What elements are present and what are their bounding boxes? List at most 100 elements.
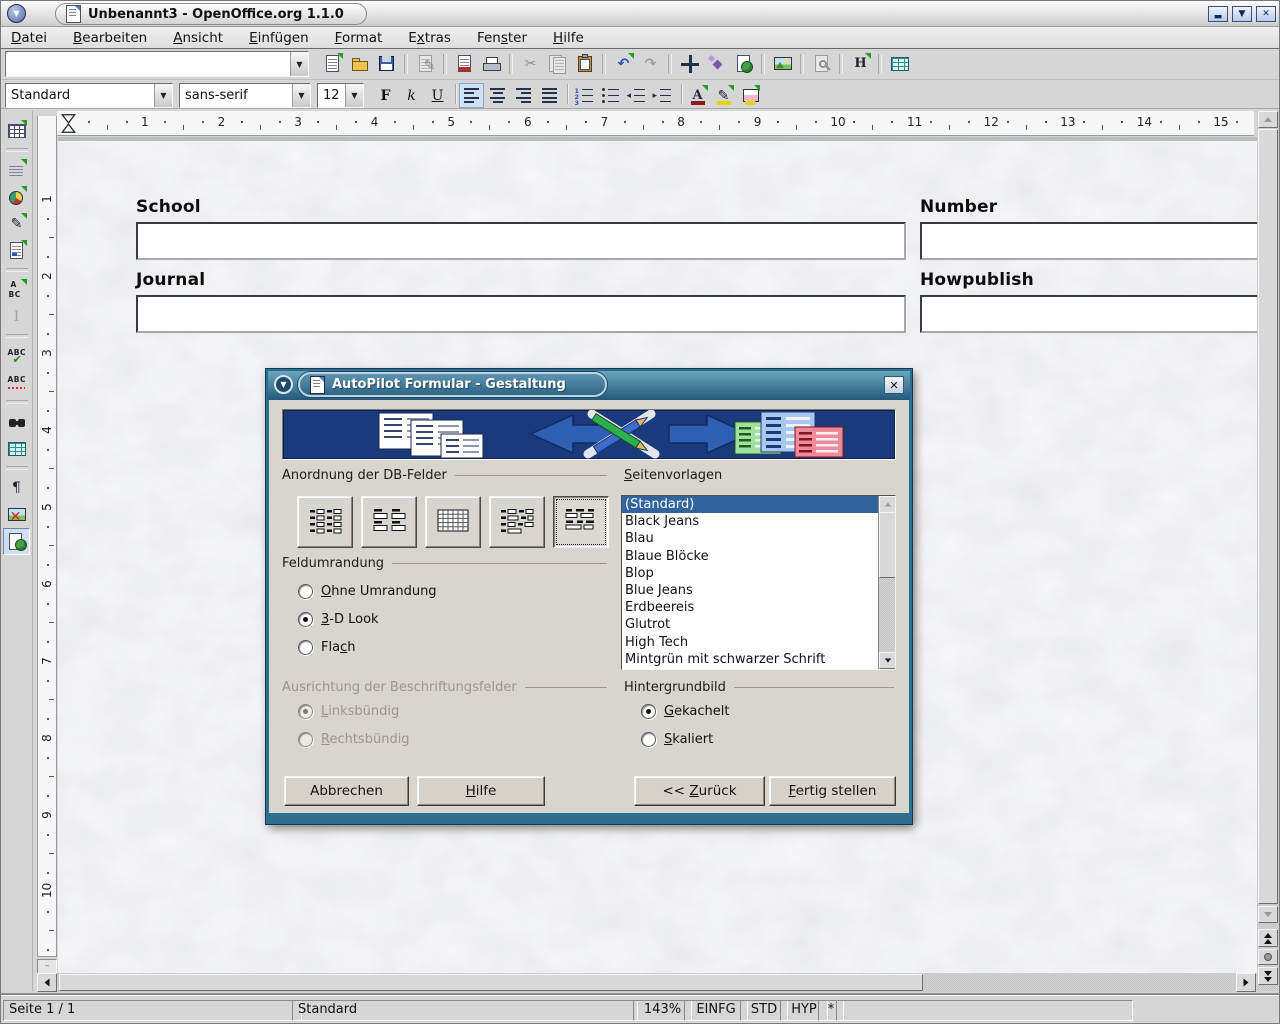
page-style-option[interactable]: Erdbeereis	[622, 599, 879, 616]
horizontal-scroll-thumb[interactable]	[59, 974, 923, 991]
font-dropdown-button[interactable]: ▼	[292, 84, 310, 107]
graphics-on-off-icon[interactable]: ✕	[3, 501, 30, 528]
arrangement-columns-labels-top-button[interactable]	[361, 496, 417, 548]
page-style-option[interactable]: Blau	[622, 530, 879, 547]
paragraph-background-button[interactable]	[737, 83, 762, 108]
radio-tiled[interactable]: Gekachelt	[641, 704, 729, 719]
status-insert-mode[interactable]: EINFG	[684, 1000, 748, 1021]
scroll-right-button[interactable]	[1236, 973, 1256, 992]
radio-flat[interactable]: Flach	[298, 640, 355, 655]
justify-button[interactable]	[537, 83, 562, 108]
radio-3d-look[interactable]: 3-D Look	[298, 612, 379, 627]
align-left-button[interactable]	[459, 83, 484, 108]
indent-marker-icon[interactable]	[61, 113, 76, 134]
help-button[interactable]: Hilfe	[417, 776, 545, 806]
show-draw-functions-icon[interactable]: ✎	[3, 210, 30, 237]
new-document-icon[interactable]	[319, 51, 346, 78]
spellcheck-icon[interactable]: ABC✔	[3, 342, 30, 369]
maximize-button[interactable]: ▼	[1232, 6, 1252, 22]
dialog-menu-button[interactable]: ▼	[274, 375, 293, 394]
font-name-combobox[interactable]: sans-serif ▼	[179, 83, 311, 108]
page-style-option[interactable]: Black Jeans	[622, 513, 879, 530]
menu-einfgen[interactable]: Einfügen	[249, 30, 309, 46]
data-sources-icon[interactable]	[886, 51, 913, 78]
numbered-list-button[interactable]: 123	[571, 83, 596, 108]
insert-objects-icon[interactable]	[3, 183, 30, 210]
increase-indent-button[interactable]: ▸	[649, 83, 674, 108]
arrangement-as-data-sheet-button[interactable]	[425, 496, 481, 548]
vertical-scroll-thumb[interactable]	[1258, 129, 1278, 904]
autotext-icon[interactable]: ABC	[3, 276, 30, 303]
insert-fields-icon[interactable]	[3, 156, 30, 183]
listbox-scroll-thumb[interactable]	[879, 512, 896, 578]
underline-button[interactable]: U	[425, 83, 450, 108]
next-page-button[interactable]	[1258, 967, 1278, 985]
cancel-button[interactable]: Abbrechen	[284, 776, 409, 806]
font-color-button[interactable]: A	[685, 83, 710, 108]
back-button[interactable]: << Zurück	[634, 776, 765, 806]
page-style-option[interactable]: Glutrot	[622, 616, 879, 633]
arrangement-columns-labels-left-button[interactable]	[297, 496, 353, 548]
field-input-school[interactable]	[136, 222, 906, 260]
save-document-icon[interactable]	[373, 51, 400, 78]
scroll-left-button[interactable]	[37, 973, 57, 992]
page-style-option[interactable]: (Standard)	[622, 496, 879, 513]
page-style-option[interactable]: High Tech	[622, 634, 879, 651]
dialog-title-bar[interactable]: ▼ AutoPilot Formular - Gestaltung ✕	[268, 371, 910, 400]
paste-icon[interactable]	[571, 51, 598, 78]
highlighting-button[interactable]: ✎	[711, 83, 736, 108]
radio-scaled[interactable]: Skaliert	[641, 732, 713, 747]
bold-button[interactable]: F	[373, 83, 398, 108]
insert-table-icon[interactable]	[3, 117, 30, 144]
undo-icon[interactable]: ↶	[610, 51, 637, 78]
font-size-combobox[interactable]: 12 ▼	[317, 83, 364, 108]
page-style-option[interactable]: Mintgrün mit schwarzer Schrift	[622, 651, 879, 668]
dialog-close-button[interactable]: ✕	[884, 376, 904, 394]
title-bar[interactable]: ▼ Unbenannt3 - OpenOffice.org 1.1.0 ▬ ▼ …	[1, 1, 1280, 27]
status-page-style[interactable]: Standard	[292, 1000, 638, 1021]
online-layout-icon[interactable]	[3, 528, 30, 555]
field-input-howpublish[interactable]	[920, 295, 1257, 333]
find-replace-icon[interactable]	[3, 408, 30, 435]
style-dropdown-button[interactable]: ▼	[154, 84, 172, 107]
page-style-option[interactable]: Blop	[622, 565, 879, 582]
url-combobox[interactable]: ▼	[5, 51, 309, 77]
gallery-icon[interactable]	[769, 51, 796, 78]
field-input-number[interactable]	[920, 222, 1257, 260]
listbox-scroll-down[interactable]	[879, 652, 896, 669]
web-icon[interactable]	[730, 51, 757, 78]
nonprinting-characters-icon[interactable]: ¶	[3, 474, 30, 501]
export-pdf-icon[interactable]	[451, 51, 478, 78]
page-style-option[interactable]: Blue Jeans	[622, 582, 879, 599]
listbox-scroll-up[interactable]	[879, 496, 896, 513]
menu-datei[interactable]: Datei	[11, 30, 47, 46]
listbox-scrollbar[interactable]	[878, 496, 895, 669]
auto-spellcheck-icon[interactable]: ABC	[3, 369, 30, 396]
finish-button[interactable]: Fertig stellen	[769, 776, 896, 806]
menu-extras[interactable]: Extras	[408, 30, 451, 46]
radio-no-border[interactable]: Ohne Umrandung	[298, 584, 437, 599]
decrease-indent-button[interactable]: ◂	[623, 83, 648, 108]
close-button[interactable]: ✕	[1256, 6, 1276, 22]
arrangement-blocks-labels-top-button[interactable]	[553, 496, 609, 548]
scroll-up-button[interactable]	[1258, 111, 1278, 128]
menu-hilfe[interactable]: Hilfe	[553, 30, 584, 46]
hyperlink-icon[interactable]: H	[847, 51, 874, 78]
paragraph-style-combobox[interactable]: Standard ▼	[5, 83, 173, 108]
stylist-icon[interactable]	[703, 51, 730, 78]
italic-button[interactable]: k	[399, 83, 424, 108]
menu-format[interactable]: Format	[335, 30, 383, 46]
minimize-button[interactable]: ▬	[1208, 6, 1228, 22]
form-functions-icon[interactable]	[3, 237, 30, 264]
menu-fenster[interactable]: Fenster	[477, 30, 527, 46]
url-dropdown-button[interactable]: ▼	[290, 52, 308, 76]
scroll-down-button[interactable]	[1258, 906, 1278, 923]
horizontal-ruler[interactable]: 123456789101112131415	[57, 111, 1254, 136]
navigator-icon[interactable]	[676, 51, 703, 78]
page-style-option[interactable]: Blaue Blöcke	[622, 548, 879, 565]
align-right-button[interactable]	[511, 83, 536, 108]
align-center-button[interactable]	[485, 83, 510, 108]
size-dropdown-button[interactable]: ▼	[345, 84, 363, 107]
data-sources-icon[interactable]	[3, 435, 30, 462]
open-document-icon[interactable]	[346, 51, 373, 78]
